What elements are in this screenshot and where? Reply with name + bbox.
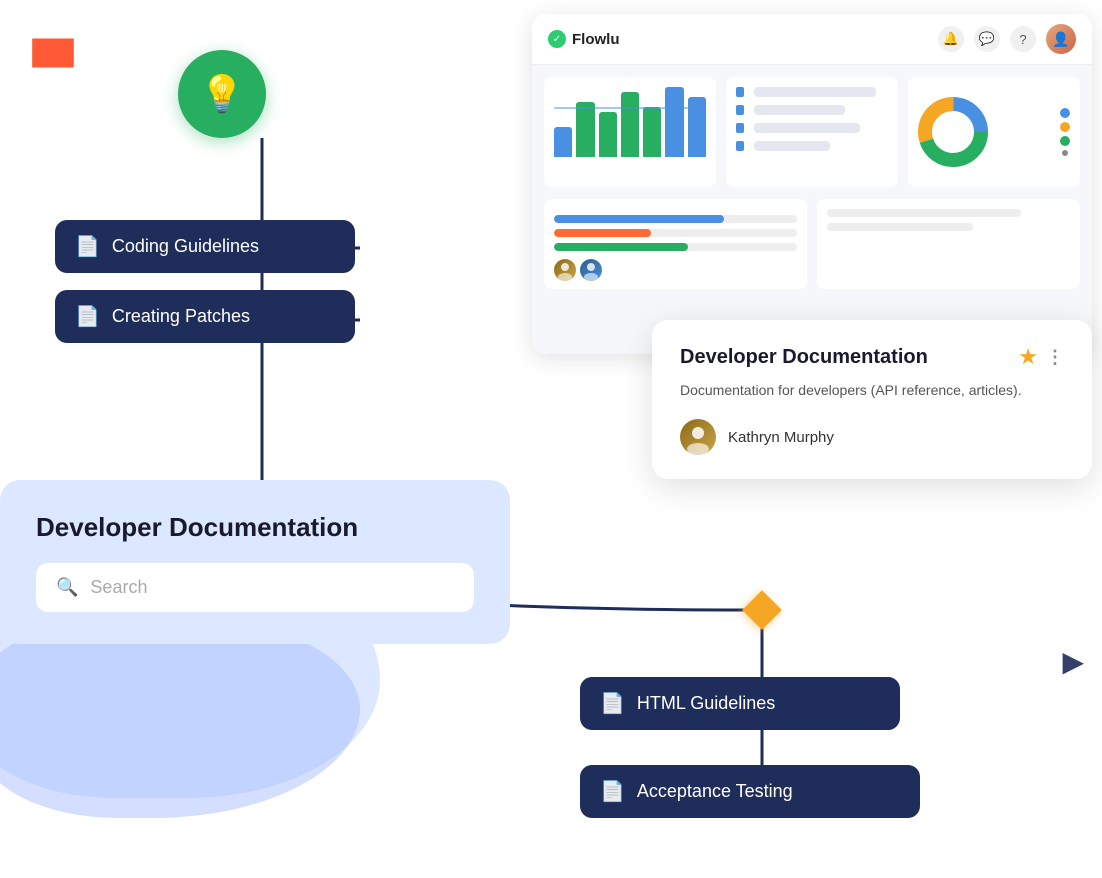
document-icon-4: 📄 [600,779,625,804]
creating-patches-label: Creating Patches [112,306,250,327]
document-icon-3: 📄 [600,691,625,716]
lightbulb-icon: 💡 [200,73,245,115]
bar-4 [621,92,639,157]
document-icon: 📄 [75,234,100,259]
creating-patches-node[interactable]: 📄 Creating Patches [55,290,355,343]
notification-icon[interactable]: 🔔 [938,26,964,52]
lightbulb-node: 💡 [178,50,266,138]
acceptance-testing-label: Acceptance Testing [637,781,793,802]
search-bar[interactable]: 🔍 Search [36,563,474,612]
bar-chart-widget [544,77,716,187]
list-widget [726,77,898,187]
bar-3 [599,112,617,157]
bar-2 [576,102,594,157]
progress-widget [544,199,807,289]
flowlu-check-icon: ✓ [548,30,566,48]
popup-card: Developer Documentation ★ ⋮ Documentatio… [652,320,1092,479]
document-icon-2: 📄 [75,304,100,329]
bar-1 [554,127,572,157]
avatar-row [554,259,797,281]
decorative-arrow-right [1062,645,1084,678]
popup-author: Kathryn Murphy [680,419,1064,455]
flowlu-header-icons: 🔔 💬 ? 👤 [938,24,1076,54]
donut-legend [1060,108,1070,156]
more-options-icon[interactable]: ⋮ [1046,347,1064,368]
flowlu-dashboard-body [532,65,1092,199]
flowlu-app-title: Flowlu [572,31,620,48]
bar-6 [665,87,683,157]
developer-doc-box: Developer Documentation 🔍 Search [0,480,510,644]
bar-7 [688,97,706,157]
search-placeholder: Search [90,577,147,598]
coding-guidelines-node[interactable]: 📄 Coding Guidelines [55,220,355,273]
author-name: Kathryn Murphy [728,429,834,446]
diamond-connector [742,590,782,630]
flowlu-logo: ✓ Flowlu [548,30,620,48]
flowlu-window: ✓ Flowlu 🔔 💬 ? 👤 [532,14,1092,354]
donut-widget [908,77,1080,187]
author-avatar [680,419,716,455]
flowlu-titlebar: ✓ Flowlu 🔔 💬 ? 👤 [532,14,1092,65]
popup-actions: ★ ⋮ [1018,344,1064,370]
bar-5 [643,107,661,157]
user-avatar[interactable]: 👤 [1046,24,1076,54]
acceptance-testing-node[interactable]: 📄 Acceptance Testing [580,765,920,818]
dev-doc-title: Developer Documentation [36,512,474,543]
html-guidelines-label: HTML Guidelines [637,693,775,714]
bar-chart [554,87,706,157]
chat-icon[interactable]: 💬 [974,26,1000,52]
html-guidelines-node[interactable]: 📄 HTML Guidelines [580,677,900,730]
star-icon[interactable]: ★ [1018,344,1038,370]
donut-chart [918,97,988,167]
popup-title: Developer Documentation [680,346,928,369]
search-icon: 🔍 [56,577,78,598]
flowlu-bottom-row [532,199,1092,301]
popup-description: Documentation for developers (API refere… [680,380,1064,401]
bg-decoration-2 [0,618,360,818]
coding-guidelines-label: Coding Guidelines [112,236,259,257]
help-icon[interactable]: ? [1010,26,1036,52]
empty-widget [817,199,1080,289]
popup-header: Developer Documentation ★ ⋮ [680,344,1064,370]
